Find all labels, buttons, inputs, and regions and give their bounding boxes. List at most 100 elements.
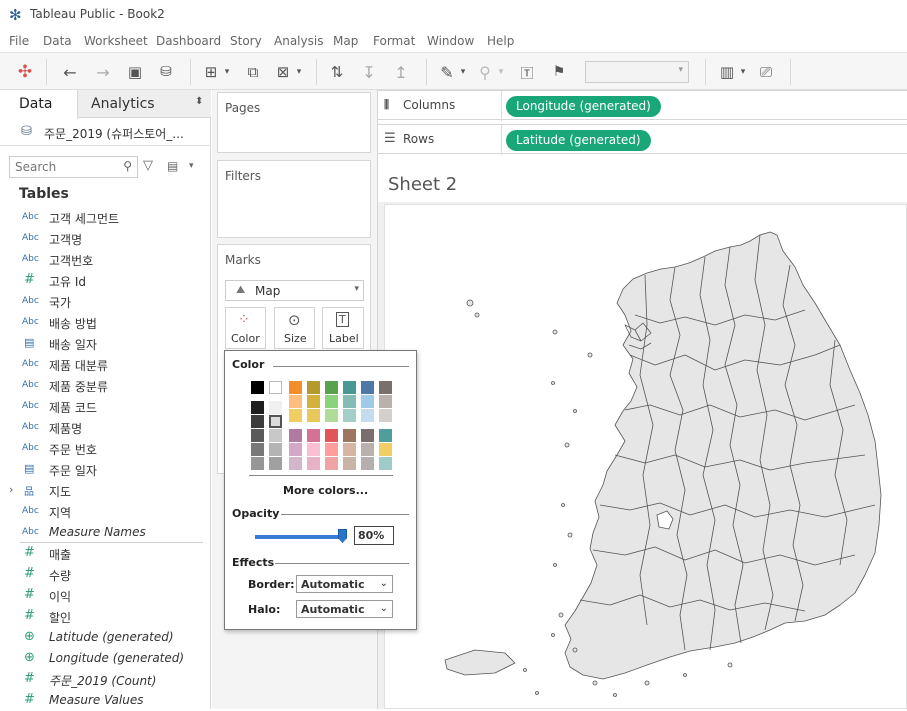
color-swatch[interactable] [361, 395, 374, 408]
label-button[interactable]: T Label [322, 307, 364, 349]
color-swatch[interactable] [361, 381, 374, 394]
search-box[interactable]: ⚲ [9, 156, 138, 178]
clear-dropdown-icon[interactable]: ▾ [294, 61, 304, 83]
field-item[interactable]: Abc 제품 대분류 [0, 354, 211, 375]
field-item[interactable]: # 매출 [0, 543, 211, 564]
color-swatch[interactable] [289, 409, 302, 422]
color-swatch[interactable] [269, 429, 282, 442]
more-colors-link[interactable]: More colors... [283, 484, 368, 497]
fit-dropdown[interactable]: ▾ [585, 61, 689, 83]
color-swatch[interactable] [379, 457, 392, 470]
presentation-icon[interactable]: ⎚ [755, 61, 777, 83]
color-swatch[interactable] [361, 443, 374, 456]
field-item[interactable]: Abc 고객 세그먼트 [0, 207, 211, 228]
color-swatch[interactable] [361, 429, 374, 442]
group-dropdown-icon[interactable]: ▾ [496, 61, 506, 83]
menu-file[interactable]: File [9, 34, 29, 48]
field-item[interactable]: # 할인 [0, 606, 211, 627]
field-item[interactable]: # 수량 [0, 564, 211, 585]
pin-icon[interactable]: ⚑ [548, 61, 570, 83]
color-swatch[interactable] [251, 443, 264, 456]
duplicate-sheet-icon[interactable]: ⧉ [242, 61, 264, 83]
field-item[interactable]: # 고유 Id [0, 270, 211, 291]
menu-analysis[interactable]: Analysis [274, 34, 323, 48]
color-swatch[interactable] [289, 395, 302, 408]
color-swatch[interactable] [379, 443, 392, 456]
menu-format[interactable]: Format [373, 34, 415, 48]
field-item[interactable]: Abc 고객명 [0, 228, 211, 249]
redo-icon[interactable]: → [92, 61, 114, 83]
show-me-icon[interactable]: ▥ [716, 61, 738, 83]
color-swatch[interactable] [289, 457, 302, 470]
tab-analytics[interactable]: Analytics [91, 90, 155, 118]
opacity-slider-thumb[interactable] [338, 529, 347, 543]
pages-card[interactable]: Pages [217, 92, 371, 153]
color-swatch[interactable] [269, 443, 282, 456]
highlight-icon[interactable]: ✎ [436, 61, 458, 83]
color-swatch[interactable] [289, 443, 302, 456]
color-swatch[interactable] [379, 429, 392, 442]
highlight-dropdown-icon[interactable]: ▾ [458, 61, 468, 83]
field-item[interactable]: Abc 제품 중분류 [0, 375, 211, 396]
field-item[interactable]: ▤ 주문 일자 [0, 459, 211, 480]
color-button[interactable]: ⁘ Color [225, 307, 266, 349]
pane-toggle-icon[interactable]: ⬍ [195, 96, 203, 107]
columns-shelf[interactable]: ⫼ Columns Longitude (generated) [378, 90, 907, 121]
opacity-value-field[interactable]: 80% [354, 526, 394, 545]
color-swatch[interactable] [343, 457, 356, 470]
filters-card[interactable]: Filters [217, 160, 371, 238]
field-item[interactable]: Abc 고객번호 [0, 249, 211, 270]
color-swatch[interactable] [325, 381, 338, 394]
view-options-dropdown-icon[interactable]: ▾ [189, 161, 194, 171]
color-swatch[interactable] [379, 381, 392, 394]
show-labels-icon[interactable]: 🅃 [516, 61, 538, 83]
search-input[interactable] [15, 159, 115, 175]
field-item[interactable]: # 이익 [0, 585, 211, 606]
field-item[interactable]: Abc 지역 [0, 501, 211, 522]
color-swatch[interactable] [343, 409, 356, 422]
color-swatch[interactable] [307, 409, 320, 422]
color-swatch[interactable] [251, 381, 264, 394]
color-swatch[interactable] [307, 457, 320, 470]
color-swatch[interactable] [307, 443, 320, 456]
halo-dropdown[interactable]: Automatic ⌄ [296, 600, 393, 618]
color-swatch[interactable] [343, 395, 356, 408]
mark-type-dropdown[interactable]: ⛰ Map ▾ [225, 280, 364, 301]
field-item[interactable]: ⊕ Longitude (generated) [0, 648, 211, 669]
color-swatch[interactable] [307, 381, 320, 394]
color-swatch[interactable] [251, 429, 264, 442]
color-swatch[interactable] [343, 381, 356, 394]
sort-descending-icon[interactable]: ↥ [390, 61, 412, 83]
color-swatch[interactable] [251, 415, 264, 428]
color-swatch[interactable] [289, 381, 302, 394]
view-options-icon[interactable]: ▤ [167, 159, 178, 173]
filter-icon[interactable]: ▽ [143, 158, 153, 173]
field-item[interactable]: Abc 주문 번호 [0, 438, 211, 459]
color-swatch[interactable] [289, 429, 302, 442]
color-swatch[interactable] [325, 429, 338, 442]
color-swatch[interactable] [251, 457, 264, 470]
color-swatch[interactable] [343, 429, 356, 442]
field-item[interactable]: Abc 제품 코드 [0, 396, 211, 417]
color-swatch[interactable] [251, 401, 264, 414]
color-swatch[interactable] [379, 395, 392, 408]
color-swatch[interactable] [361, 409, 374, 422]
color-swatch[interactable] [343, 443, 356, 456]
new-worksheet-icon[interactable]: ⊞ [200, 61, 222, 83]
field-item[interactable]: Abc 국가 [0, 291, 211, 312]
expand-chevron-icon[interactable]: › [9, 483, 13, 496]
field-item[interactable]: Abc Measure Names [0, 522, 211, 543]
menu-dashboard[interactable]: Dashboard [156, 34, 221, 48]
color-swatch[interactable] [325, 395, 338, 408]
color-swatch[interactable] [269, 415, 282, 428]
color-swatch[interactable] [269, 457, 282, 470]
field-item[interactable]: ▤ 배송 일자 [0, 333, 211, 354]
rows-pill[interactable]: Latitude (generated) [506, 130, 651, 151]
color-swatch[interactable] [361, 457, 374, 470]
color-swatch[interactable] [307, 429, 320, 442]
field-item[interactable]: Abc 제품명 [0, 417, 211, 438]
swap-icon[interactable]: ⇅ [326, 61, 348, 83]
menu-story[interactable]: Story [230, 34, 262, 48]
size-button[interactable]: ⊙ Size [274, 307, 315, 349]
menu-map[interactable]: Map [333, 34, 358, 48]
